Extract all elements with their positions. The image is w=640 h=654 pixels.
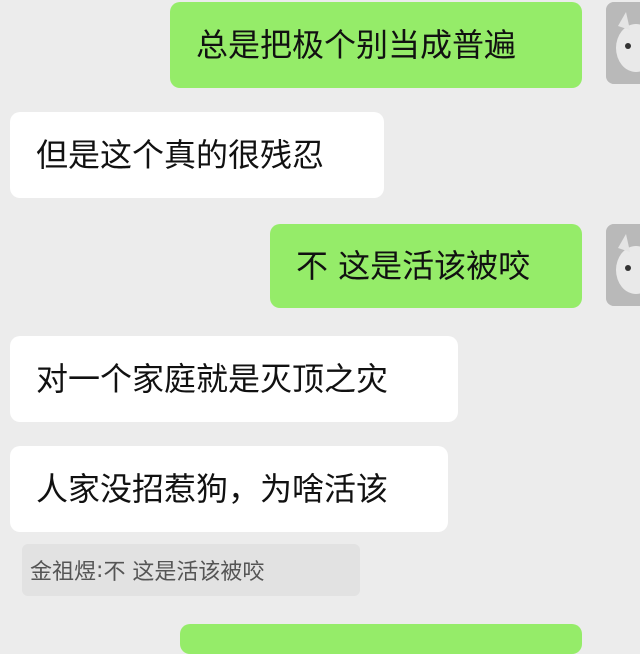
message-text: 不 这是活该被咬	[296, 247, 531, 285]
quote-separator: :	[96, 557, 104, 583]
quote-text: 不 这是活该被咬	[103, 560, 265, 585]
sent-message-bubble-partial[interactable]	[180, 624, 582, 654]
cat-avatar-icon	[606, 224, 640, 306]
sent-message-bubble[interactable]: 总是把极个别当成普遍	[170, 2, 582, 88]
chat-area: 总是把极个别当成普遍 但是这个真的很残忍 不 这是活该被咬 对一个家庭就是灭顶之…	[0, 0, 640, 654]
sent-message-bubble[interactable]: 不 这是活该被咬	[270, 224, 582, 308]
message-text: 对一个家庭就是灭顶之灾	[36, 360, 389, 398]
received-message-bubble[interactable]: 对一个家庭就是灭顶之灾	[10, 336, 458, 422]
message-text: 但是这个真的很残忍	[36, 136, 325, 174]
avatar[interactable]	[606, 2, 640, 84]
received-message-bubble[interactable]: 但是这个真的很残忍	[10, 112, 384, 198]
message-text: 人家没招惹狗，为啥活该	[36, 470, 389, 508]
received-message-bubble[interactable]: 人家没招惹狗，为啥活该	[10, 446, 448, 532]
quote-author: 金祖煜	[30, 560, 97, 585]
cat-avatar-icon	[606, 2, 640, 84]
message-text: 总是把极个别当成普遍	[196, 26, 517, 64]
quoted-message[interactable]: 金祖煜: 不 这是活该被咬	[22, 544, 360, 596]
avatar[interactable]	[606, 224, 640, 306]
